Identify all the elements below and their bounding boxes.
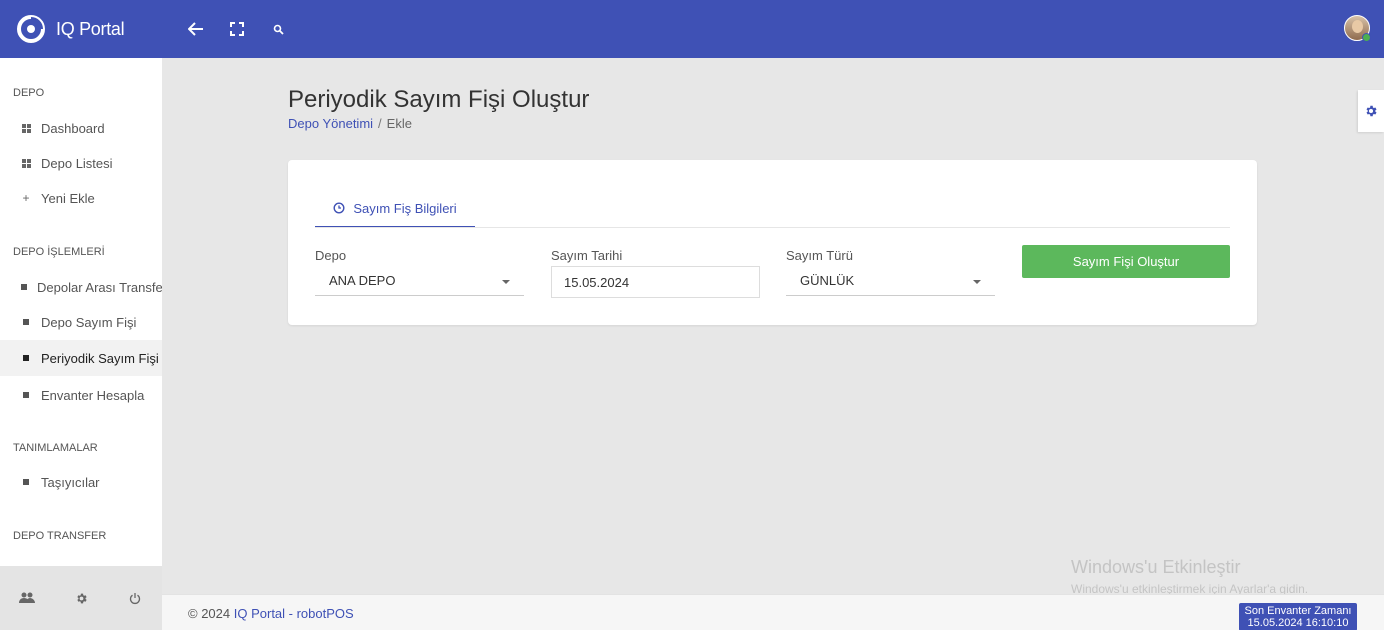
back-arrow-icon[interactable] [186, 19, 206, 39]
square-icon [21, 319, 31, 325]
sidebar-item-label: Yeni Ekle [41, 190, 95, 206]
sidebar: DEPO Dashboard Depo Listesi + Yeni Ekle … [0, 58, 162, 630]
depo-select[interactable]: ANA DEPO [315, 266, 524, 296]
square-icon [21, 392, 31, 398]
sidebar-item-depo-sayim-fisi[interactable]: Depo Sayım Fişi [0, 304, 162, 340]
badge-datetime: 15.05.2024 16:10:10 [1247, 617, 1349, 629]
fullscreen-icon[interactable] [227, 19, 247, 39]
tab-divider [315, 227, 1230, 228]
sidebar-section-tanimlamalar: TANIMLAMALAR [13, 442, 98, 454]
sidebar-item-depo-listesi[interactable]: Depo Listesi [0, 145, 162, 181]
sidebar-item-label: Depolar Arası Transfer [37, 279, 162, 295]
sidebar-item-label: Periyodik Sayım Fişi [41, 350, 159, 366]
depo-select-value: ANA DEPO [329, 273, 396, 288]
square-icon [21, 355, 31, 361]
search-icon[interactable] [268, 19, 288, 39]
chevron-down-icon [502, 280, 510, 284]
tab-label: Sayım Fiş Bilgileri [353, 200, 457, 216]
user-avatar[interactable] [1344, 15, 1371, 42]
plus-icon: + [22, 191, 30, 205]
app-name: IQ Portal [56, 18, 125, 39]
sayim-turu-select-value: GÜNLÜK [800, 273, 855, 288]
sidebar-item-label: Depo Sayım Fişi [41, 314, 137, 330]
online-status-dot [1362, 33, 1371, 42]
last-inventory-badge: Son Envanter Zamanı 15.05.2024 16:10:10 [1239, 603, 1357, 630]
sidebar-footer [0, 566, 162, 630]
depo-label: Depo [315, 248, 347, 263]
gear-icon [1366, 105, 1377, 117]
page-footer: © 2024 IQ Portal - robotPOS Son Envanter… [162, 594, 1384, 630]
copyright-text: © 2024 [188, 606, 231, 621]
logo-icon [17, 15, 45, 43]
dashboard-icon [21, 123, 31, 133]
sidebar-section-depo-islemleri: DEPO İŞLEMLERİ [13, 246, 105, 258]
sayim-tarihi-label: Sayım Tarihi [551, 248, 623, 263]
gear-icon[interactable] [71, 588, 91, 608]
breadcrumb-separator: / [378, 116, 382, 131]
breadcrumb: Depo Yönetimi / Ekle [288, 116, 412, 131]
sidebar-item-label: Dashboard [41, 120, 105, 136]
power-icon[interactable] [125, 588, 145, 608]
sidebar-item-dashboard[interactable]: Dashboard [0, 110, 162, 146]
windows-activation-title: Windows'u Etkinleştir [1071, 557, 1241, 577]
page-title: Periyodik Sayım Fişi Oluştur [288, 86, 590, 113]
sayim-turu-label: Sayım Türü [786, 248, 853, 263]
square-icon [21, 479, 31, 485]
chevron-down-icon [973, 280, 981, 284]
tab-sayim-fis-bilgileri[interactable]: Sayım Fiş Bilgileri [315, 190, 475, 228]
sidebar-item-envanter-hesapla[interactable]: Envanter Hesapla [0, 377, 162, 413]
square-icon [21, 284, 27, 290]
users-icon[interactable] [17, 588, 37, 608]
form-card: Sayım Fiş Bilgileri Depo ANA DEPO Sayım … [288, 160, 1257, 325]
settings-panel-toggle[interactable] [1358, 90, 1384, 132]
breadcrumb-current: Ekle [386, 116, 412, 131]
sidebar-item-label: Depo Listesi [41, 155, 113, 171]
sidebar-item-label: Envanter Hesapla [41, 387, 145, 403]
footer-copyright: © 2024 IQ Portal - robotPOS [188, 606, 354, 621]
sidebar-item-depolar-arasi-transfer[interactable]: Depolar Arası Transfer [0, 269, 162, 305]
sidebar-item-yeni-ekle[interactable]: + Yeni Ekle [0, 180, 162, 216]
sayim-turu-select[interactable]: GÜNLÜK [786, 266, 995, 296]
sidebar-item-tasiyicilar[interactable]: Taşıyıcılar [0, 464, 162, 500]
footer-link-iq-portal[interactable]: IQ Portal - robotPOS [234, 606, 354, 621]
top-bar: IQ Portal [0, 0, 1384, 58]
sayim-fisi-olustur-button[interactable]: Sayım Fişi Oluştur [1022, 245, 1230, 278]
avatar-face [1352, 20, 1363, 33]
breadcrumb-link-depo-yonetimi[interactable]: Depo Yönetimi [288, 116, 373, 131]
sidebar-item-periyodik-sayim-fisi[interactable]: Periyodik Sayım Fişi [0, 340, 162, 376]
sidebar-section-depo: DEPO [13, 87, 45, 99]
sayim-tarihi-input[interactable] [551, 266, 760, 298]
sidebar-section-depo-transfer: DEPO TRANSFER [13, 530, 107, 542]
brand[interactable]: IQ Portal [0, 0, 162, 58]
sidebar-item-label: Taşıyıcılar [41, 474, 100, 490]
clock-icon [333, 202, 345, 214]
list-icon [21, 158, 31, 168]
badge-title: Son Envanter Zamanı [1244, 605, 1352, 617]
